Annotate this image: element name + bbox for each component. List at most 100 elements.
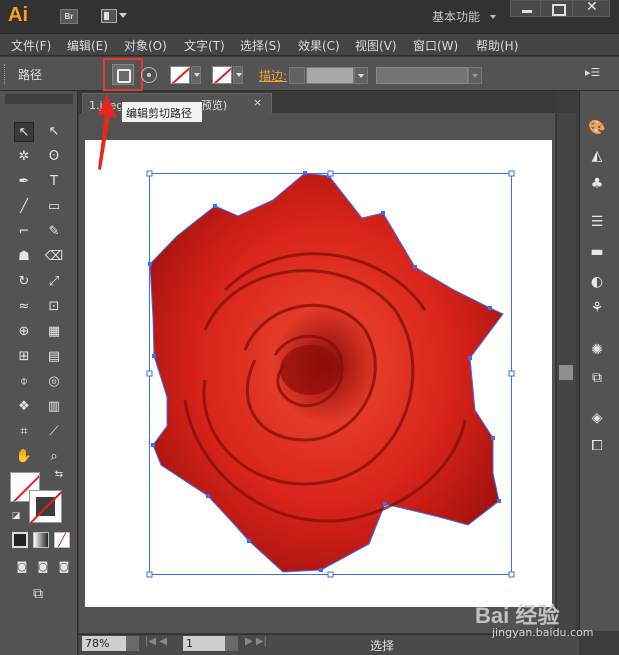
- hand-icon[interactable]: ✋: [14, 447, 34, 467]
- fill-color-swatch[interactable]: [170, 66, 190, 84]
- transparency-icon[interactable]: ◐: [587, 272, 607, 292]
- menu-help[interactable]: 帮助(H): [476, 37, 518, 54]
- default-colors-icon[interactable]: ◪: [10, 510, 22, 522]
- panel-grip[interactable]: [4, 64, 7, 84]
- chevron-down-icon[interactable]: [490, 15, 496, 19]
- line-icon[interactable]: ╱: [14, 197, 34, 217]
- menu-object[interactable]: 对象(O): [124, 37, 167, 54]
- menu-window[interactable]: 窗口(W): [413, 37, 458, 54]
- color-mode-icon[interactable]: [12, 532, 28, 548]
- rotate-icon[interactable]: ↻: [14, 272, 34, 292]
- draw-inside-icon[interactable]: ◙: [54, 557, 74, 577]
- edit-contents-icon[interactable]: [141, 67, 157, 83]
- appearance-icon[interactable]: ✺: [587, 340, 607, 360]
- arrange-documents-button[interactable]: [101, 9, 127, 24]
- layers-icon[interactable]: ◈: [587, 408, 607, 428]
- menu-effect[interactable]: 效果(C): [298, 37, 340, 54]
- menu-view[interactable]: 视图(V): [355, 37, 397, 54]
- pen-icon[interactable]: ✒: [14, 172, 34, 192]
- slice-icon[interactable]: ⟋: [44, 422, 64, 442]
- stroke-weight-dropdown[interactable]: [354, 67, 368, 84]
- tooltip: 编辑剪切路径: [121, 101, 203, 123]
- swap-colors-icon[interactable]: ⇆: [52, 468, 66, 482]
- menu-select[interactable]: 选择(S): [240, 37, 281, 54]
- lasso-icon[interactable]: ʘ: [44, 147, 64, 167]
- color-guide-icon[interactable]: ◭: [587, 146, 607, 166]
- stroke-dropdown[interactable]: [233, 66, 243, 84]
- graphic-styles-icon[interactable]: ⧉: [587, 368, 607, 388]
- stroke-color-swatch[interactable]: [212, 66, 232, 84]
- color-icon[interactable]: 🎨: [587, 118, 607, 138]
- menu-type[interactable]: 文字(T): [184, 37, 225, 54]
- rectangle-icon[interactable]: ▭: [44, 197, 64, 217]
- perspective-grid-icon[interactable]: ▦: [44, 322, 64, 342]
- maximize-button[interactable]: [540, 0, 573, 17]
- panel-dock: [579, 91, 619, 631]
- screen-mode-icon[interactable]: ⧉: [28, 584, 48, 604]
- artboard-dropdown[interactable]: [225, 636, 238, 651]
- draw-behind-icon[interactable]: ◙: [33, 557, 53, 577]
- mesh-icon[interactable]: ⊞: [14, 347, 34, 367]
- gradient-mode-icon[interactable]: [33, 532, 49, 548]
- minimize-button[interactable]: [510, 0, 543, 17]
- highlight-box: [103, 58, 143, 91]
- bridge-button[interactable]: Br: [60, 9, 78, 24]
- blob-brush-icon[interactable]: ☗: [14, 247, 34, 267]
- scrollbar-thumb[interactable]: [559, 365, 573, 380]
- blend-icon[interactable]: ◎: [44, 372, 64, 392]
- selection-arrow-icon[interactable]: ↖: [14, 122, 34, 142]
- symbol-sprayer-icon[interactable]: ❖: [14, 397, 34, 417]
- brushes-icon[interactable]: ⚘: [587, 298, 607, 318]
- pencil-icon[interactable]: ✎: [44, 222, 64, 242]
- menu-edit[interactable]: 编辑(E): [67, 37, 108, 54]
- zoom-level-input[interactable]: 78%: [82, 636, 126, 651]
- stroke-weight-input[interactable]: [306, 67, 354, 84]
- control-panel-menu-icon[interactable]: ▸☰: [585, 66, 603, 82]
- artboard-icon[interactable]: ⌗: [14, 422, 34, 442]
- magic-wand-icon[interactable]: ✲: [14, 147, 34, 167]
- type-icon[interactable]: T: [44, 172, 64, 192]
- artboards-icon[interactable]: ⧠: [587, 436, 607, 456]
- artboard-number-input[interactable]: 1: [183, 636, 225, 651]
- zoom-dropdown[interactable]: [126, 636, 139, 651]
- stroke-weight-stepper[interactable]: [289, 67, 305, 84]
- current-tool-status[interactable]: 选择: [370, 637, 394, 654]
- fill-dropdown[interactable]: [191, 66, 201, 84]
- first-prev-artboard-icons[interactable]: |◀ ◀: [145, 636, 167, 647]
- stroke-weight-label[interactable]: 描边:: [259, 67, 287, 84]
- tools-panel-header[interactable]: [5, 94, 73, 104]
- next-last-artboard-icons[interactable]: ▶ ▶|: [245, 636, 267, 647]
- variable-width-dropdown[interactable]: [468, 67, 482, 84]
- gradient-icon[interactable]: ▤: [44, 347, 64, 367]
- close-window-button[interactable]: ✕: [572, 0, 610, 17]
- bounding-box-handles[interactable]: [146, 170, 515, 578]
- workspace-switcher[interactable]: 基本功能: [432, 8, 480, 25]
- eraser-icon[interactable]: ⌫: [44, 247, 64, 267]
- stroke-icon[interactable]: ☰: [587, 212, 607, 232]
- illustrator-logo: Ai: [8, 4, 28, 26]
- free-transform-icon[interactable]: ⊡: [44, 297, 64, 317]
- arrange-icon: [101, 9, 117, 23]
- scale-icon[interactable]: ⤢: [44, 272, 64, 292]
- chevron-down-icon: [119, 13, 127, 18]
- column-graph-icon[interactable]: ▥: [44, 397, 64, 417]
- swatches-icon[interactable]: ♣: [587, 174, 607, 194]
- annotation-arrow: [98, 94, 117, 170]
- stroke-swatch[interactable]: [29, 490, 62, 523]
- direct-selection-icon[interactable]: ↖: [44, 122, 64, 142]
- bounding-box[interactable]: [85, 140, 552, 607]
- draw-normal-icon[interactable]: ◙: [12, 557, 32, 577]
- eyedropper-icon[interactable]: ⌽: [14, 372, 34, 392]
- width-icon[interactable]: ≈: [14, 297, 34, 317]
- shape-builder-icon[interactable]: ⊕: [14, 322, 34, 342]
- selection-type-label: 路径: [18, 68, 43, 82]
- variable-width-profile[interactable]: [376, 67, 468, 84]
- zoom-icon[interactable]: ⌕: [44, 447, 64, 467]
- none-mode-icon[interactable]: ╱: [54, 532, 70, 548]
- close-icon[interactable]: ×: [253, 96, 262, 109]
- menu-file[interactable]: 文件(F): [11, 37, 51, 54]
- menu-bar: 文件(F) 编辑(E) 对象(O) 文字(T) 选择(S) 效果(C) 视图(V…: [0, 34, 619, 56]
- close-icon: ✕: [586, 0, 598, 15]
- paintbrush-icon[interactable]: ⌐: [14, 222, 34, 242]
- gradient-panel-icon[interactable]: ▬: [587, 242, 607, 262]
